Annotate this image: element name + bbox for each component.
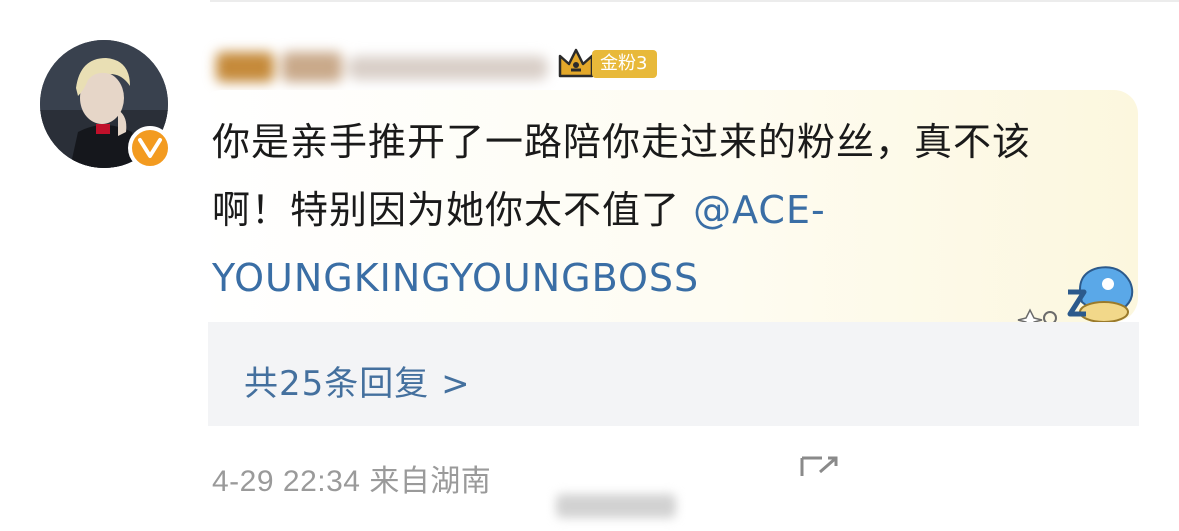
- fan-badge: 金粉3: [556, 44, 658, 84]
- comment-text: 你是亲手推开了一路陪你走过来的粉丝，真不该啊！特别因为她你太不值了 @ACE-Y…: [212, 108, 1102, 312]
- comment-time: 22:34: [282, 465, 361, 498]
- comment-date: 4-29: [212, 465, 275, 498]
- meta-blurred: [556, 490, 676, 520]
- view-replies-link[interactable]: 共25条回复 >: [244, 356, 471, 405]
- top-divider: [210, 0, 1179, 10]
- crown-icon: [558, 48, 594, 78]
- fan-badge-label: 金粉3: [592, 50, 658, 78]
- verified-v-icon: [128, 126, 172, 170]
- comment-body: 你是亲手推开了一路陪你走过来的粉丝，真不该啊！特别因为她你太不值了: [212, 120, 1032, 232]
- comment-meta: 4-29 22:34 来自湖南: [212, 456, 491, 500]
- username-blurred: [212, 38, 552, 90]
- comment-location: 来自湖南: [369, 465, 492, 498]
- username[interactable]: [212, 38, 552, 90]
- share-icon[interactable]: [798, 454, 842, 484]
- sticker-icon: [1012, 262, 1136, 330]
